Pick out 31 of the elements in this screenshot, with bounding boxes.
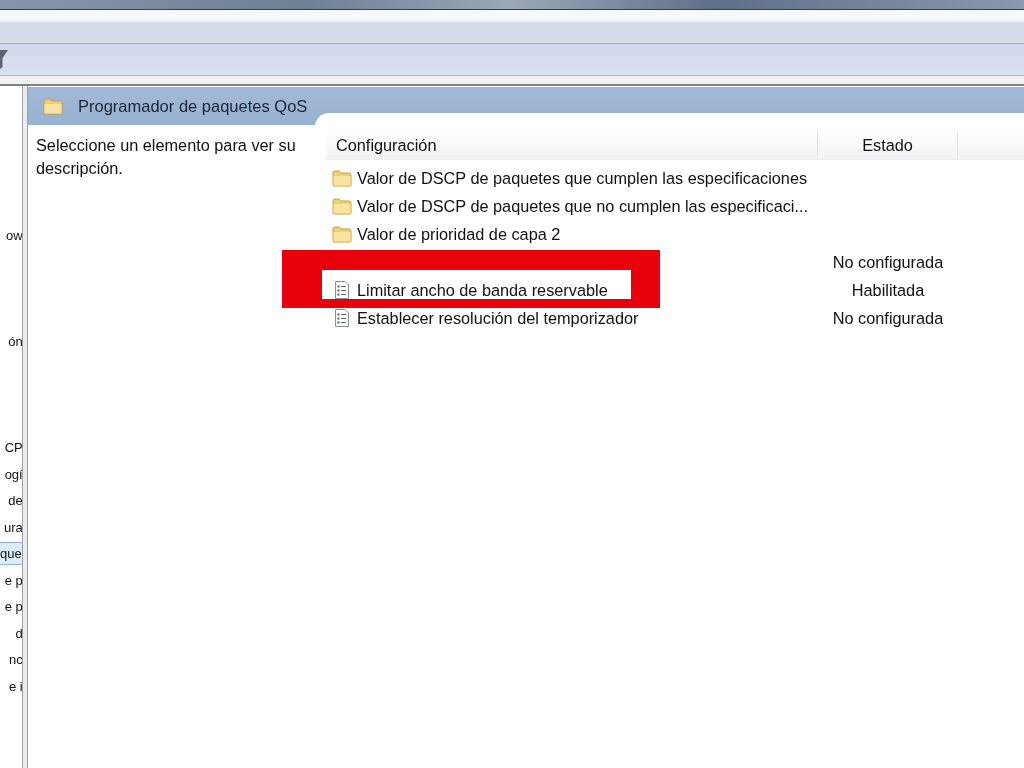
tree-item[interactable]: que xyxy=(0,542,22,566)
column-header[interactable]: Estado xyxy=(818,131,958,159)
column-header[interactable]: Configuración xyxy=(326,131,818,159)
folder-icon xyxy=(332,225,352,243)
tree-item[interactable]: e p xyxy=(0,595,22,619)
state-text: No configurada xyxy=(832,309,944,327)
folder-icon xyxy=(43,97,63,115)
state-text: No configurada xyxy=(832,253,944,271)
filter-icon[interactable] xyxy=(0,50,8,69)
description-text: Seleccione un elemento para ver su descripción. xyxy=(36,135,297,179)
setting-name[interactable]: Valor de prioridad de capa 2 xyxy=(357,225,561,243)
tree-item[interactable]: d xyxy=(0,621,22,645)
state-text: Habilitada xyxy=(851,281,925,299)
tree-item[interactable]: ow xyxy=(0,224,22,248)
tree-item[interactable]: de xyxy=(0,489,22,513)
folder-icon xyxy=(332,169,352,187)
tree-item[interactable]: nc xyxy=(0,648,22,672)
document-icon xyxy=(334,309,350,327)
folder-icon xyxy=(332,197,352,215)
document-icon xyxy=(334,281,350,299)
tree-item[interactable]: e p xyxy=(0,568,22,592)
tree-item[interactable]: ogí xyxy=(0,462,22,486)
tree-item[interactable]: ón xyxy=(0,330,22,354)
setting-name[interactable]: Valor de DSCP de paquetes que cumplen las especificaciones xyxy=(357,169,808,187)
tree-item[interactable]: CP xyxy=(0,436,22,460)
tree-item[interactable]: ura xyxy=(0,515,22,539)
setting-name[interactable]: Valor de DSCP de paquetes que no cumplen las especificaci... xyxy=(357,197,809,215)
panel-title: Programador de paquetes QoS xyxy=(78,96,308,116)
tree-item[interactable]: e i xyxy=(0,674,22,698)
setting-name[interactable]: Limitar ancho de banda reservable xyxy=(357,281,608,299)
setting-name[interactable]: Establecer resolución del temporizador xyxy=(357,309,639,327)
